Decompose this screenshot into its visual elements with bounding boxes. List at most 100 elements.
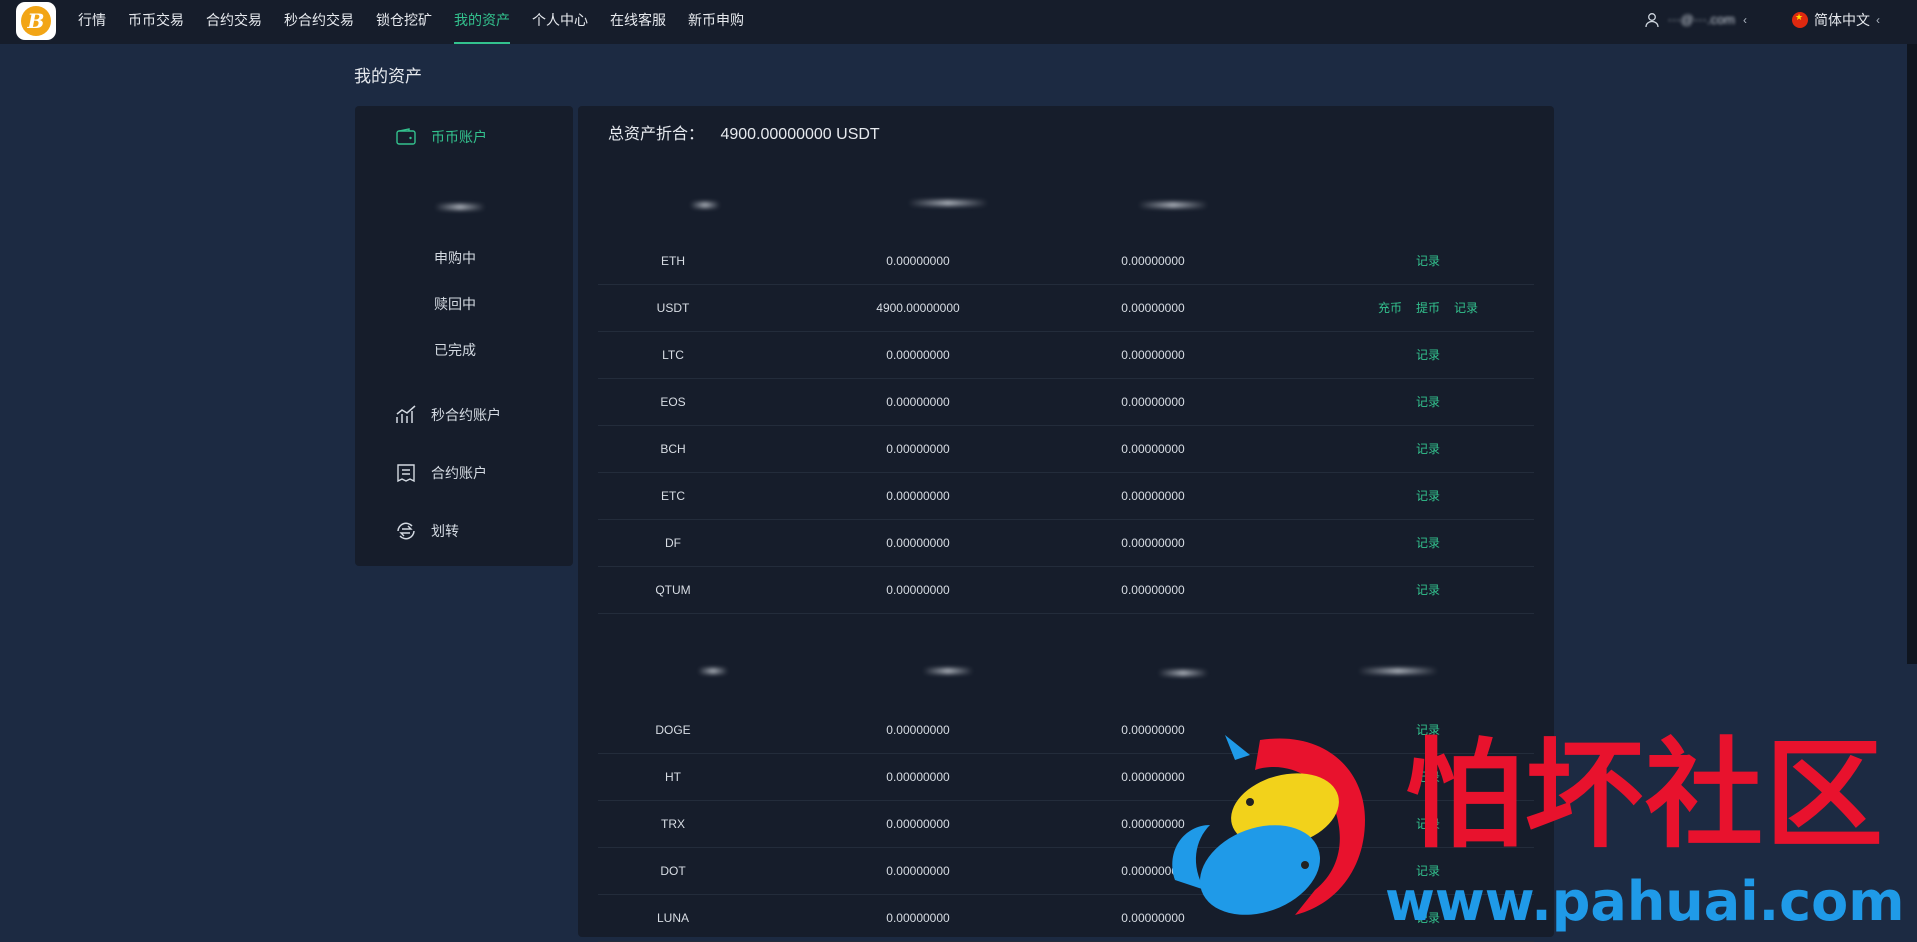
available-balance: 0.00000000 — [886, 489, 950, 503]
sidebar-item-transfer[interactable]: 划转 — [395, 520, 459, 542]
nav-item-contract-trade[interactable]: 合约交易 — [206, 0, 262, 44]
sidebar-item-subscribing[interactable]: 申购中 — [434, 248, 476, 268]
total-assets: 总资产折合： 4900.00000000 USDT — [608, 120, 880, 144]
blurred-column-header — [908, 200, 988, 206]
nav-item-second-contract-trade[interactable]: 秒合约交易 — [284, 0, 354, 44]
records-link[interactable]: 记录 — [1416, 520, 1440, 566]
user-email: ···@···.com — [1667, 12, 1735, 27]
available-balance: 0.00000000 — [886, 770, 950, 784]
blurred-column-header — [1158, 670, 1208, 676]
nav-item-my-assets[interactable]: 我的资产 — [454, 0, 510, 44]
available-balance: 0.00000000 — [886, 536, 950, 550]
coin-name: USDT — [656, 301, 690, 315]
blurred-column-header — [923, 668, 973, 674]
frozen-balance: 0.00000000 — [1121, 395, 1185, 409]
blurred-column-header — [1138, 202, 1208, 208]
table-row: ETC 0.00000000 0.00000000 记录 — [598, 473, 1534, 520]
row-actions: 记录 — [1318, 520, 1538, 566]
withdraw-link[interactable]: 提币 — [1416, 285, 1440, 331]
chevron-left-icon: ‹ — [1876, 13, 1880, 27]
row-actions: 记录 — [1318, 473, 1538, 519]
user-icon — [1645, 13, 1659, 28]
frozen-balance: 0.00000000 — [1121, 489, 1185, 503]
records-link[interactable]: 记录 — [1416, 332, 1440, 378]
sidebar-item-redeeming[interactable]: 赎回中 — [434, 294, 476, 314]
coin-name: ETH — [661, 254, 685, 268]
nav-item-new-coin-subscription[interactable]: 新币申购 — [688, 0, 744, 44]
available-balance: 0.00000000 — [886, 442, 950, 456]
china-flag-icon — [1792, 12, 1808, 28]
language-selector[interactable]: 简体中文 ‹ — [1792, 0, 1880, 40]
records-link[interactable]: 记录 — [1416, 567, 1440, 613]
blurred-column-header — [1358, 668, 1438, 674]
sidebar-item-label: 秒合约账户 — [431, 407, 501, 423]
available-balance: 4900.00000000 — [876, 301, 960, 315]
sidebar-item-second-contract-account[interactable]: 秒合约账户 — [395, 404, 501, 426]
available-balance: 0.00000000 — [886, 348, 950, 362]
sidebar-item-completed[interactable]: 已完成 — [434, 340, 476, 360]
frozen-balance: 0.00000000 — [1121, 442, 1185, 456]
frozen-balance: 0.00000000 — [1121, 301, 1185, 315]
coin-name: TRX — [661, 817, 685, 831]
total-assets-label: 总资产折合： — [608, 126, 705, 143]
row-actions: 记录 — [1318, 238, 1538, 284]
wallet-icon — [395, 126, 417, 148]
coin-name: QTUM — [655, 583, 691, 597]
available-balance: 0.00000000 — [886, 254, 950, 268]
chart-icon — [395, 404, 417, 426]
sidebar-item-label: 合约账户 — [431, 465, 487, 481]
watermark-url: www.pahuai.com — [1385, 870, 1905, 933]
table-row: DF 0.00000000 0.00000000 记录 — [598, 520, 1534, 567]
records-link[interactable]: 记录 — [1416, 238, 1440, 284]
logo[interactable]: B — [16, 2, 56, 40]
sidebar-item-contract-account[interactable]: 合约账户 — [395, 462, 487, 484]
coin-name: DF — [665, 536, 681, 550]
watermark: 怕坏社区 www.pahuai.com — [1165, 730, 1905, 937]
available-balance: 0.00000000 — [886, 395, 950, 409]
table-row: QTUM 0.00000000 0.00000000 记录 — [598, 567, 1534, 614]
table-row: EOS 0.00000000 0.00000000 记录 — [598, 379, 1534, 426]
coin-name: EOS — [660, 395, 686, 409]
watermark-text: 怕坏社区 — [1405, 725, 1886, 864]
sidebar-item-spot-account[interactable]: 币币账户 — [395, 126, 487, 148]
blurred-column-header — [698, 668, 728, 674]
frozen-balance: 0.00000000 — [1121, 348, 1185, 362]
sidebar-item-label: 币币账户 — [431, 129, 487, 145]
coin-name: ETC — [661, 489, 685, 503]
nav-item-market[interactable]: 行情 — [78, 0, 106, 44]
page-title: 我的资产 — [354, 67, 422, 86]
available-balance: 0.00000000 — [886, 817, 950, 831]
row-actions: 记录 — [1318, 379, 1538, 425]
user-menu[interactable]: ···@···.com ‹ — [1644, 0, 1747, 40]
coin-name: BCH — [660, 442, 686, 456]
logo-icon: B — [21, 6, 51, 36]
records-link[interactable]: 记录 — [1416, 473, 1440, 519]
row-actions: 记录 — [1318, 426, 1538, 472]
chevron-left-icon: ‹ — [1743, 13, 1747, 27]
row-actions: 记录 — [1318, 567, 1538, 613]
available-balance: 0.00000000 — [886, 864, 950, 878]
sidebar: 币币账户 申购中 赎回中 已完成 秒合约账户 合约账户 划转 — [355, 106, 573, 566]
scrollbar[interactable] — [1907, 44, 1917, 664]
table-row: BCH 0.00000000 0.00000000 记录 — [598, 426, 1534, 473]
coin-name: DOGE — [655, 723, 691, 737]
available-balance: 0.00000000 — [886, 583, 950, 597]
fish-logo-icon — [1172, 735, 1365, 915]
coin-name: DOT — [660, 864, 686, 878]
records-link[interactable]: 记录 — [1416, 379, 1440, 425]
nav-item-online-support[interactable]: 在线客服 — [610, 0, 666, 44]
deposit-link[interactable]: 充币 — [1378, 285, 1402, 331]
nav-item-staking-mining[interactable]: 锁仓挖矿 — [376, 0, 432, 44]
records-link[interactable]: 记录 — [1454, 285, 1478, 331]
top-navbar: B 行情 币币交易 合约交易 秒合约交易 锁仓挖矿 我的资产 个人中心 在线客服… — [0, 0, 1917, 44]
blurred-content — [435, 204, 485, 210]
available-balance: 0.00000000 — [886, 723, 950, 737]
coin-name: LUNA — [656, 911, 689, 925]
frozen-balance: 0.00000000 — [1121, 583, 1185, 597]
frozen-balance: 0.00000000 — [1121, 254, 1185, 268]
blurred-column-header — [690, 202, 720, 208]
row-actions: 充币 提币 记录 — [1318, 285, 1538, 331]
nav-item-spot-trade[interactable]: 币币交易 — [128, 0, 184, 44]
nav-item-personal-center[interactable]: 个人中心 — [532, 0, 588, 44]
records-link[interactable]: 记录 — [1416, 426, 1440, 472]
